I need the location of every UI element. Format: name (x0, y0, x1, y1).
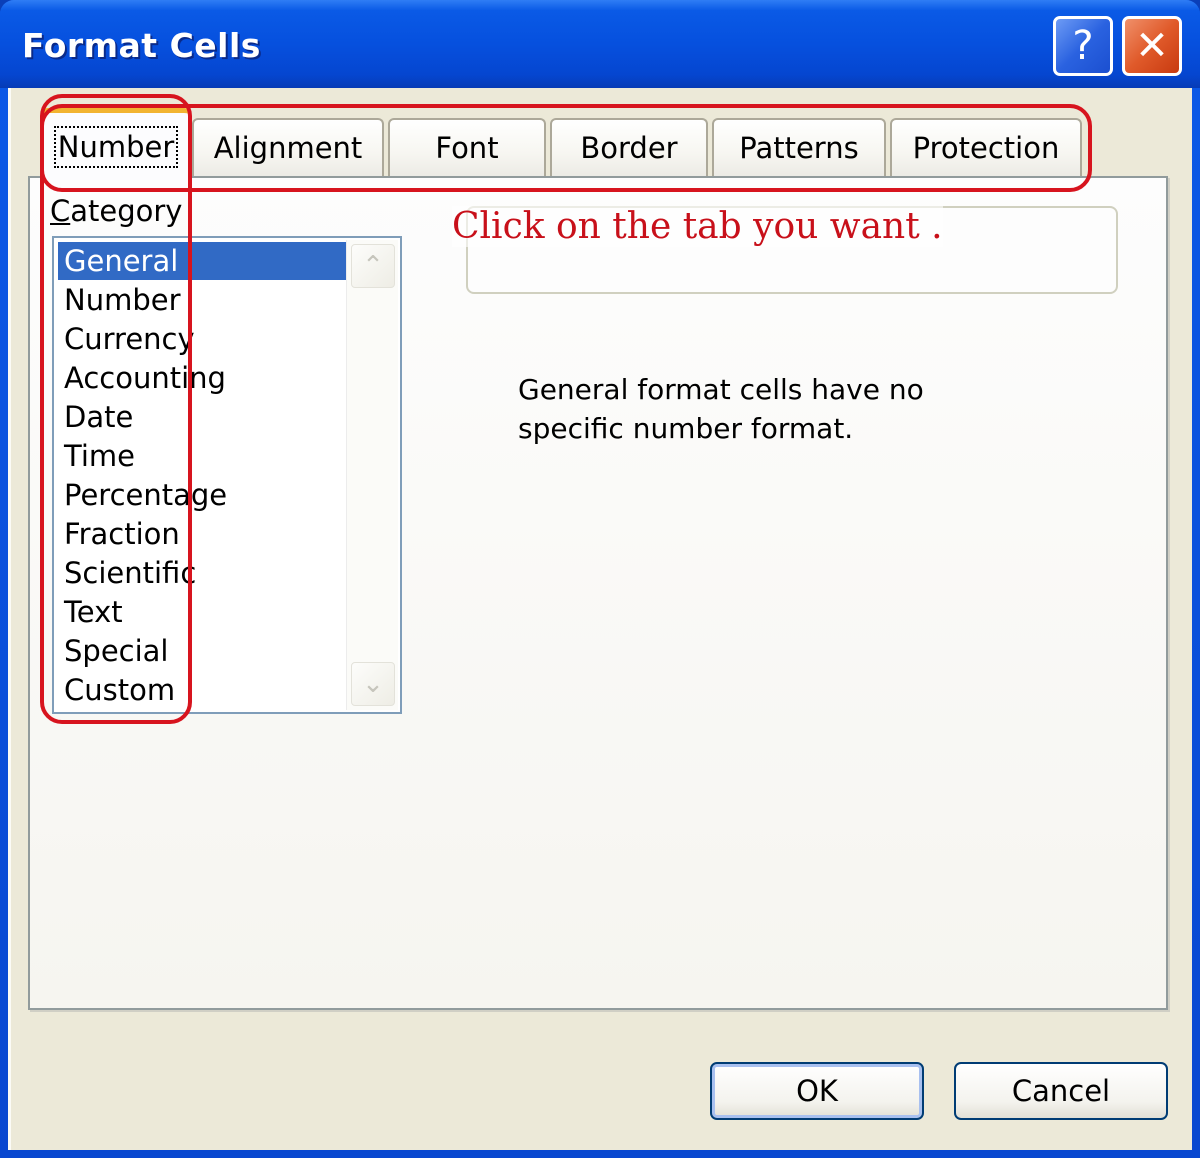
tab-patterns[interactable]: Patterns (712, 118, 886, 176)
category-scrollbar[interactable]: ⌃ ⌄ (346, 240, 398, 710)
window-title: Format Cells (22, 26, 261, 65)
help-icon: ? (1072, 23, 1094, 69)
chevron-up-icon: ⌃ (362, 251, 384, 281)
format-description: General format cells have no specific nu… (518, 373, 924, 445)
cancel-button-label: Cancel (1011, 1074, 1111, 1108)
tab-number[interactable]: Number (42, 108, 190, 180)
chevron-down-icon: ⌄ (362, 669, 384, 699)
tab-protection-label: Protection (912, 131, 1060, 165)
category-item-special[interactable]: Special (58, 632, 348, 670)
category-item-scientific[interactable]: Scientific (58, 554, 348, 592)
tab-alignment[interactable]: Alignment (192, 118, 384, 176)
tab-font[interactable]: Font (388, 118, 546, 176)
tab-border-label: Border (580, 131, 678, 165)
tab-border[interactable]: Border (550, 118, 708, 176)
cancel-button[interactable]: Cancel (954, 1062, 1168, 1120)
category-item-accounting[interactable]: Accounting (58, 359, 348, 397)
category-item-custom[interactable]: Custom (58, 671, 348, 709)
category-item-text[interactable]: Text (58, 593, 348, 631)
category-item-fraction[interactable]: Fraction (58, 515, 348, 553)
category-label-rest: ategory (70, 194, 183, 228)
annotation-text: Click on the tab you want . (452, 206, 943, 247)
frame-highlight (8, 88, 11, 1150)
category-item-number[interactable]: Number (58, 281, 348, 319)
close-icon: ✕ (1135, 23, 1169, 69)
category-mnemonic: C (50, 194, 71, 228)
format-cells-dialog: Format Cells ? ✕ Number Alignment Font B… (0, 0, 1200, 1158)
tab-patterns-label: Patterns (739, 131, 859, 165)
tab-font-label: Font (435, 131, 499, 165)
tab-protection[interactable]: Protection (890, 118, 1082, 176)
category-item-date[interactable]: Date (58, 398, 348, 436)
category-label: Category (50, 194, 182, 228)
category-listbox[interactable]: General Number Currency Accounting Date … (52, 236, 402, 714)
scroll-up-button[interactable]: ⌃ (351, 244, 395, 288)
category-item-percentage[interactable]: Percentage (58, 476, 348, 514)
help-button[interactable]: ? (1053, 16, 1113, 76)
category-item-currency[interactable]: Currency (58, 320, 348, 358)
tab-number-label: Number (53, 125, 179, 168)
title-bar[interactable]: Format Cells ? ✕ (0, 0, 1200, 88)
scroll-down-button[interactable]: ⌄ (351, 662, 395, 706)
tab-alignment-label: Alignment (213, 131, 363, 165)
close-button[interactable]: ✕ (1122, 16, 1182, 76)
category-item-general[interactable]: General (58, 242, 348, 280)
ok-button[interactable]: OK (710, 1062, 924, 1120)
category-item-time[interactable]: Time (58, 437, 348, 475)
ok-button-label: OK (796, 1074, 838, 1108)
